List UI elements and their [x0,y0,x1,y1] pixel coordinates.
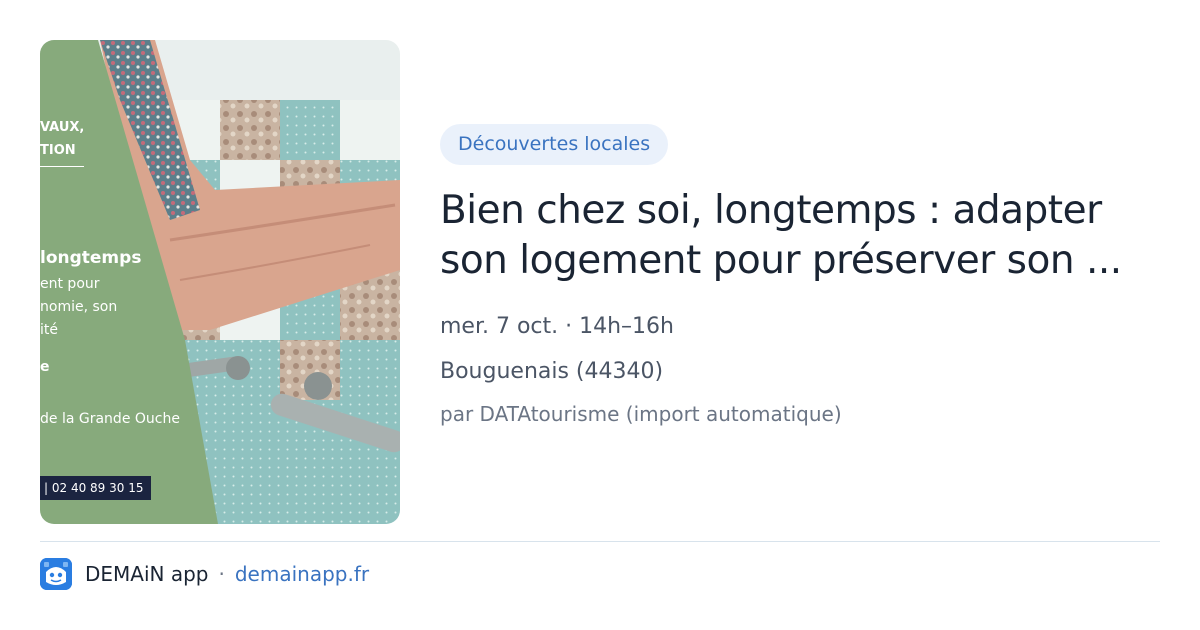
event-thumbnail[interactable]: VAUX, TION longtemps ent pour nomie, son… [40,40,400,524]
event-location: Bouguenais (44340) [440,359,664,384]
poster-divider [40,166,84,167]
domain-link[interactable]: demainapp.fr [235,562,369,586]
poster-subtitle-line1: ent pour [40,276,100,292]
poster-heading-line1: VAUX, [40,120,85,135]
event-title[interactable]: Bien chez soi, longtemps : adapter son l… [440,186,1156,286]
footer-divider [40,541,1160,542]
event-title-line1: Bien chez soi, longtemps : adapter [440,188,1102,233]
category-tag[interactable]: Découvertes locales [440,124,669,165]
poster-subtitle-line2: nomie, son [40,299,118,315]
poster-highlight: e [40,359,50,375]
event-source: par DATAtourisme (import automatique) [440,402,842,426]
poster-place: de la Grande Ouche [40,411,180,427]
footer: DEMAiN app · demainapp.fr [40,558,369,590]
poster-title: longtemps [40,248,142,268]
poster-heading-line2: TION [40,143,76,158]
poster-subtitle-line3: ité [40,322,58,338]
event-title-line2: son logement pour préserver son ... [440,238,1122,283]
event-date: mer. 7 oct. · 14h–16h [440,314,674,339]
app-name: DEMAiN app [85,562,209,586]
demain-app-icon[interactable] [40,558,72,590]
footer-separator: · [218,562,225,586]
poster-phone: | 02 40 89 30 15 [40,476,151,500]
